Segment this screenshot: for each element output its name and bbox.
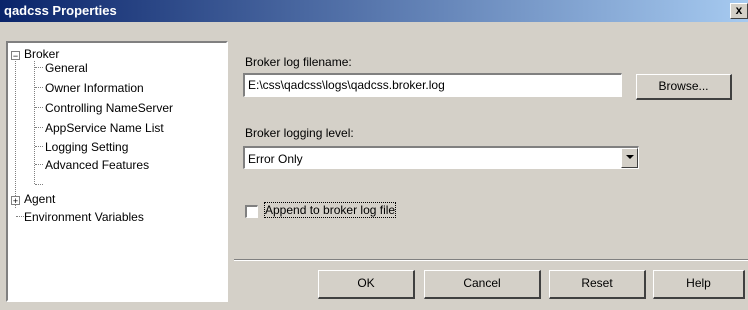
tree-connector <box>35 184 43 185</box>
tree-item-advanced-features[interactable]: Advanced Features <box>45 158 149 172</box>
reset-button[interactable]: Reset <box>549 270 646 299</box>
title-bar: qadcss Properties x <box>0 0 748 22</box>
append-log-label[interactable]: Append to broker log file <box>263 202 397 218</box>
properties-dialog: qadcss Properties x − Broker General Own… <box>0 0 748 310</box>
tree-connector <box>34 61 35 184</box>
tree-item-agent[interactable]: Agent <box>24 192 55 206</box>
logging-level-select[interactable]: Error Only <box>243 146 639 169</box>
collapse-icon[interactable]: − <box>11 51 20 61</box>
close-button[interactable]: x <box>730 3 748 19</box>
tree-connector <box>35 67 43 68</box>
tree-item-controlling-nameserver[interactable]: Controlling NameServer <box>45 101 173 115</box>
tree-item-broker[interactable]: Broker <box>24 47 59 61</box>
tree-connector <box>35 127 43 128</box>
browse-button[interactable]: Browse... <box>636 74 732 100</box>
ok-button[interactable]: OK <box>318 270 415 299</box>
cancel-button[interactable]: Cancel <box>424 270 541 299</box>
append-log-checkbox[interactable] <box>245 205 258 218</box>
button-separator <box>234 259 748 261</box>
tree-connector <box>35 164 43 165</box>
tree-connector <box>35 146 43 147</box>
navigation-tree: − Broker General Owner Information Contr… <box>6 41 228 302</box>
tree-connector <box>16 216 24 217</box>
tree-item-general[interactable]: General <box>45 61 88 75</box>
window-title: qadcss Properties <box>4 3 117 18</box>
log-filename-input[interactable]: E:\css\qadcss\logs\qadcss.broker.log <box>243 73 622 97</box>
tree-connector <box>15 58 16 208</box>
tree-connector <box>35 107 43 108</box>
logging-level-label: Broker logging level: <box>245 126 354 140</box>
help-button[interactable]: Help <box>653 270 745 299</box>
log-filename-label: Broker log filename: <box>245 55 352 69</box>
tree-item-logging-setting[interactable]: Logging Setting <box>45 140 128 154</box>
tree-item-appservice-name-list[interactable]: AppService Name List <box>45 121 164 135</box>
chevron-down-icon[interactable] <box>621 148 638 168</box>
close-icon: x <box>735 3 743 17</box>
tree-connector <box>35 87 43 88</box>
logging-level-value: Error Only <box>248 152 303 166</box>
tree-item-environment-variables[interactable]: Environment Variables <box>24 210 144 224</box>
expand-icon[interactable]: + <box>11 196 20 206</box>
tree-item-owner-information[interactable]: Owner Information <box>45 81 144 95</box>
